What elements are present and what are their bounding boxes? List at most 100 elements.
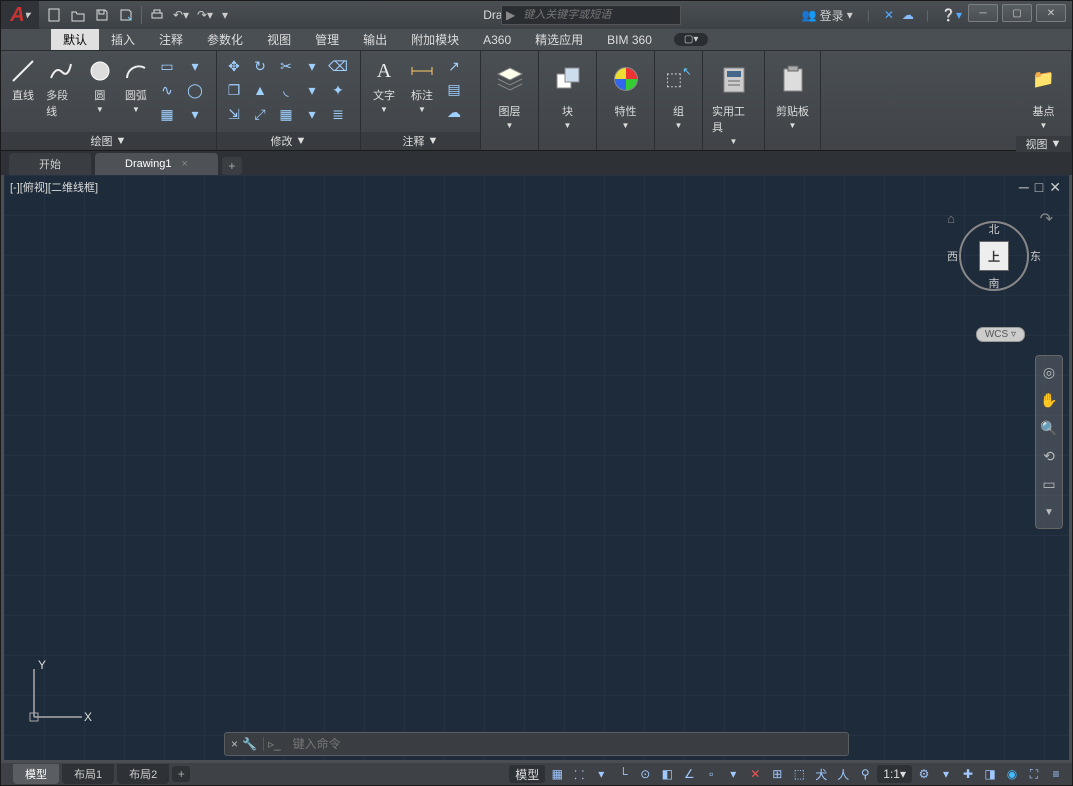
saveas-icon[interactable]: [115, 4, 137, 26]
a360-icon[interactable]: ☁: [902, 8, 914, 22]
mirror-icon[interactable]: ▲: [249, 79, 271, 101]
leader-icon[interactable]: ↗: [443, 55, 465, 77]
status-scale[interactable]: 1:1▾: [877, 765, 912, 783]
status-ws-icon[interactable]: ◨: [980, 765, 1000, 783]
rect-icon[interactable]: ▭: [156, 55, 178, 77]
hatch-icon[interactable]: ▦: [156, 103, 178, 125]
tab-insert[interactable]: 插入: [99, 29, 147, 50]
block-button[interactable]: 块▼: [548, 55, 588, 132]
region-icon[interactable]: ▾: [184, 103, 206, 125]
status-iso-icon[interactable]: ◧: [657, 765, 677, 783]
tab-view[interactable]: 视图: [255, 29, 303, 50]
array-icon[interactable]: ▦: [275, 103, 297, 125]
ellipse-icon[interactable]: ◯: [184, 79, 206, 101]
trim-icon[interactable]: ✂: [275, 55, 297, 77]
tab-drawing1[interactable]: Drawing1×: [95, 153, 218, 175]
orbit-icon[interactable]: ⟲: [1039, 446, 1059, 466]
panel-title-draw[interactable]: 绘图 ▼: [1, 132, 216, 150]
search-input[interactable]: [519, 9, 680, 21]
status-lwt-icon[interactable]: ✕: [745, 765, 765, 783]
layout-add-button[interactable]: +: [172, 766, 190, 782]
print-icon[interactable]: [146, 4, 168, 26]
move-icon[interactable]: ✥: [223, 55, 245, 77]
fillet-drop-icon[interactable]: ▾: [301, 79, 323, 101]
polyline-button[interactable]: 多段线: [43, 55, 80, 121]
rotate-icon[interactable]: ↻: [249, 55, 271, 77]
status-gear-icon[interactable]: ⚙: [914, 765, 934, 783]
status-tran-icon[interactable]: ⊞: [767, 765, 787, 783]
status-osnap-icon[interactable]: ∠: [679, 765, 699, 783]
tab-bim360[interactable]: BIM 360: [595, 29, 664, 50]
line-button[interactable]: 直线: [7, 55, 39, 105]
maximize-button[interactable]: ▢: [1002, 4, 1032, 22]
cmd-close-icon[interactable]: ×: [231, 737, 238, 751]
help-icon[interactable]: ❔▾: [941, 8, 962, 22]
tab-default[interactable]: 默认: [51, 29, 99, 50]
explode-icon[interactable]: ✦: [327, 79, 349, 101]
redo-icon[interactable]: ↷▾: [194, 4, 216, 26]
layout-2[interactable]: 布局2: [117, 764, 169, 784]
status-model[interactable]: 模型: [509, 765, 545, 783]
fillet-icon[interactable]: ◟: [275, 79, 297, 101]
status-drop3-icon[interactable]: ▾: [936, 765, 956, 783]
erase-icon[interactable]: ⌫: [327, 55, 349, 77]
status-au-icon[interactable]: ⚲: [855, 765, 875, 783]
viewcube-south[interactable]: 南: [989, 275, 1000, 291]
canvas[interactable]: ⌂ ↷ 上 北 南 西 东 WCS ▿ ◎ ✋ 🔍 ⟲ ▭ ▼: [4, 175, 1069, 760]
tab-featured[interactable]: 精选应用: [523, 29, 595, 50]
status-grid-icon[interactable]: ▦: [547, 765, 567, 783]
viewcube-east[interactable]: 东: [1030, 248, 1041, 264]
pan-icon[interactable]: ✋: [1039, 390, 1059, 410]
qat-dropdown-icon[interactable]: ▾: [218, 4, 232, 26]
viewcube-rotate-icon[interactable]: ↷: [1040, 209, 1053, 229]
viewport-label[interactable]: [-][俯视][二维线框]: [10, 179, 98, 195]
panel-title-view[interactable]: 视图 ▼: [1016, 136, 1071, 152]
app-menu-button[interactable]: A▾: [1, 1, 39, 29]
exchange-icon[interactable]: ✕: [884, 8, 894, 22]
circle-button[interactable]: 圆▼: [84, 55, 116, 116]
tab-a360[interactable]: A360: [471, 29, 523, 50]
close-tab-icon[interactable]: ×: [181, 158, 187, 170]
scale-icon[interactable]: ⤢: [249, 103, 271, 125]
array-drop-icon[interactable]: ▾: [301, 103, 323, 125]
fullnav-icon[interactable]: ◎: [1039, 362, 1059, 382]
cmd-customize-icon[interactable]: 🔧: [242, 737, 257, 751]
copy-icon[interactable]: ❐: [223, 79, 245, 101]
showmotion-icon[interactable]: ▭: [1039, 474, 1059, 494]
status-ortho-icon[interactable]: └: [613, 765, 633, 783]
layer-button[interactable]: 图层▼: [490, 55, 530, 132]
viewcube[interactable]: ⌂ ↷ 上 北 南 西 东 WCS ▿: [939, 193, 1059, 333]
wcs-badge[interactable]: WCS ▿: [976, 327, 1025, 342]
tab-manage[interactable]: 管理: [303, 29, 351, 50]
offset-icon[interactable]: ≣: [327, 103, 349, 125]
viewcube-top[interactable]: 上: [979, 241, 1009, 271]
markup-icon[interactable]: ☁: [443, 101, 465, 123]
status-snap-icon[interactable]: ⸬: [569, 765, 589, 783]
dim-button[interactable]: 标注▼: [405, 55, 439, 116]
command-line[interactable]: × 🔧 ▹_: [224, 732, 849, 756]
new-tab-button[interactable]: +: [222, 157, 242, 175]
viewcube-north[interactable]: 北: [989, 221, 1000, 237]
viewcube-home-icon[interactable]: ⌂: [947, 211, 955, 226]
spline-icon[interactable]: ∿: [156, 79, 178, 101]
status-qi-icon[interactable]: 犬: [811, 765, 831, 783]
status-menu-icon[interactable]: ≡: [1046, 765, 1066, 783]
tab-addon[interactable]: 附加模块: [399, 29, 471, 50]
status-otrack-icon[interactable]: ▫: [701, 765, 721, 783]
panel-title-annotate[interactable]: 注释 ▼: [361, 132, 480, 150]
text-button[interactable]: A文字▼: [367, 55, 401, 116]
navbar-drop-icon[interactable]: ▼: [1039, 502, 1059, 522]
tab-overflow-icon[interactable]: ▢▾: [674, 33, 708, 46]
save-icon[interactable]: [91, 4, 113, 26]
search-box[interactable]: ▶: [501, 5, 681, 25]
status-sel-icon[interactable]: ⬚: [789, 765, 809, 783]
arc-button[interactable]: 圆弧▼: [120, 55, 152, 116]
new-icon[interactable]: [43, 4, 65, 26]
panel-title-modify[interactable]: 修改 ▼: [217, 132, 360, 150]
status-drop2-icon[interactable]: ▾: [723, 765, 743, 783]
status-hw-icon[interactable]: ◉: [1002, 765, 1022, 783]
tab-output[interactable]: 输出: [351, 29, 399, 50]
properties-button[interactable]: 特性▼: [606, 55, 646, 132]
status-polar-icon[interactable]: ⊙: [635, 765, 655, 783]
more-draw-icon[interactable]: ▾: [184, 55, 206, 77]
